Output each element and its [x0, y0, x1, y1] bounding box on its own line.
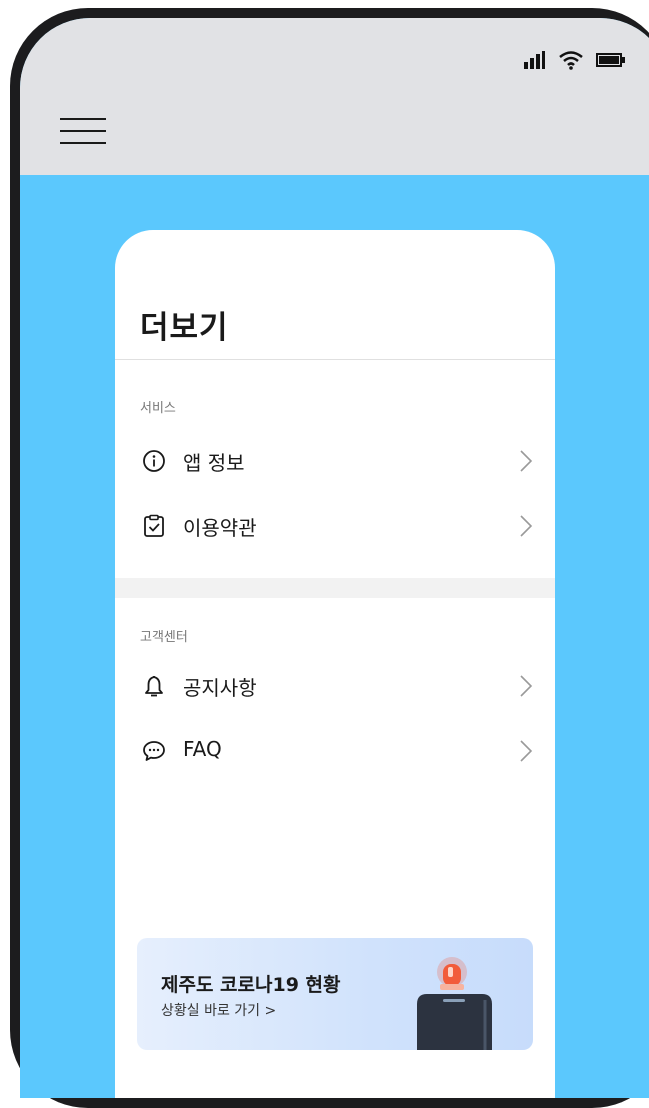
- menu-item-app-info[interactable]: 앱 정보: [115, 433, 555, 489]
- section-label-customer-center: 고객센터: [140, 630, 188, 645]
- hamburger-line-top: [60, 118, 106, 120]
- battery-icon: [596, 53, 625, 67]
- menu-item-label: 앱 정보: [183, 451, 245, 475]
- chat-bubble-icon: [143, 741, 165, 761]
- title-divider: [115, 359, 555, 360]
- hamburger-line-bottom: [60, 142, 106, 144]
- hamburger-line-middle: [60, 130, 106, 132]
- menu-item-notices[interactable]: 공지사항: [115, 658, 555, 714]
- chevron-right-icon: [520, 515, 533, 537]
- wifi-icon: [559, 51, 583, 70]
- phone-frame: 더보기 서비스 앱 정보 이용약관 고객센터 공지사항 FAQ 제주도 코로나1…: [10, 8, 649, 1108]
- menu-item-label: FAQ: [183, 737, 222, 761]
- siren-illustration-icon: [417, 957, 492, 1050]
- top-bar: [20, 18, 649, 175]
- menu-button[interactable]: [60, 110, 110, 150]
- info-icon: [143, 450, 165, 472]
- section-divider: [115, 578, 555, 598]
- banner-link[interactable]: 상황실 바로 가기 >: [161, 1000, 276, 1020]
- menu-item-label: 이용약관: [183, 516, 257, 540]
- bell-icon: [145, 675, 163, 697]
- menu-item-label: 공지사항: [183, 676, 257, 700]
- chevron-right-icon: [520, 450, 533, 472]
- status-bar: [524, 50, 626, 70]
- banner-title: 제주도 코로나19 현황: [161, 974, 341, 996]
- page-title: 더보기: [140, 310, 229, 346]
- menu-item-terms[interactable]: 이용약관: [115, 498, 555, 554]
- signal-icon: [524, 51, 545, 69]
- chevron-right-icon: [520, 675, 533, 697]
- menu-item-faq[interactable]: FAQ: [115, 723, 555, 779]
- screen: 더보기 서비스 앱 정보 이용약관 고객센터 공지사항 FAQ 제주도 코로나1…: [20, 18, 649, 1098]
- section-label-service: 서비스: [140, 401, 176, 416]
- clipboard-check-icon: [144, 514, 164, 537]
- more-panel: 더보기 서비스 앱 정보 이용약관 고객센터 공지사항 FAQ 제주도 코로나1…: [115, 230, 555, 1098]
- covid-status-banner[interactable]: 제주도 코로나19 현황 상황실 바로 가기 >: [137, 938, 533, 1050]
- chevron-right-icon: [520, 740, 533, 762]
